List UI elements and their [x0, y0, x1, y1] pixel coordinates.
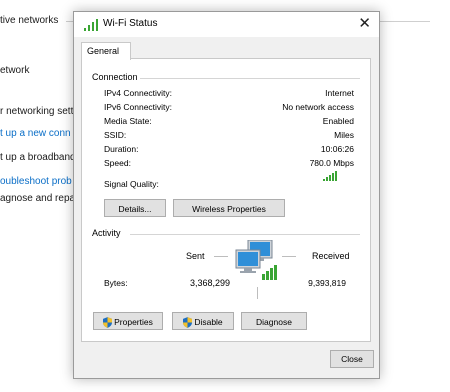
signal-quality-icon — [323, 171, 337, 181]
received-label: Received — [312, 251, 350, 261]
signal-bar — [335, 171, 337, 181]
bg-diagnose: agnose and repa — [0, 193, 76, 204]
bytes-label: Bytes: — [104, 278, 128, 288]
shield-icon — [103, 317, 113, 329]
network-computers-icon — [235, 240, 277, 280]
signal-bar — [332, 173, 334, 181]
disable-label: Disable — [194, 317, 223, 327]
bg-broadband: t up a broadband — [0, 152, 76, 163]
ipv4-value: Internet — [325, 88, 354, 98]
bg-link-troubleshoot[interactable]: oubleshoot prob — [0, 176, 72, 187]
received-line — [282, 256, 296, 257]
duration-value: 10:06:26 — [320, 144, 354, 154]
activity-separator — [257, 287, 258, 299]
connection-heading: Connection — [92, 72, 138, 82]
bg-divider — [378, 21, 430, 22]
speed-value: 780.0 Mbps — [309, 158, 354, 168]
bg-networking-settings: r networking sett — [0, 106, 74, 117]
media-state-label: Media State: — [104, 116, 152, 126]
bg-network: etwork — [0, 65, 30, 76]
received-bytes-value: 9,393,819 — [308, 278, 346, 288]
wireless-properties-button[interactable]: Wireless Properties — [173, 199, 285, 217]
disable-button[interactable]: Disable — [172, 312, 234, 330]
bg-active-networks: tive networks — [0, 15, 59, 26]
ipv6-value: No network access — [282, 102, 354, 112]
general-panel: Connection IPv4 Connectivity: Internet I… — [81, 58, 371, 342]
details-button[interactable]: Details... — [104, 199, 166, 217]
sent-bytes-value: 3,368,299 — [189, 278, 230, 288]
signal-bar — [323, 179, 325, 181]
wifi-signal-icon — [84, 19, 98, 31]
duration-label: Duration: — [104, 144, 139, 154]
close-button[interactable]: Close — [330, 350, 374, 368]
tab-label: General — [87, 46, 120, 56]
properties-button[interactable]: Properties — [93, 312, 163, 330]
signal-bar — [329, 175, 331, 181]
ipv4-label: IPv4 Connectivity: — [104, 88, 173, 98]
activity-heading: Activity — [92, 228, 121, 238]
shield-icon — [183, 317, 193, 329]
close-icon[interactable]: ✕ — [358, 15, 371, 32]
properties-label: Properties — [114, 317, 153, 327]
sent-label: Sent — [186, 251, 205, 261]
signal-bar — [326, 177, 328, 181]
connection-divider — [140, 78, 360, 79]
ipv6-label: IPv6 Connectivity: — [104, 102, 173, 112]
ssid-value: Miles — [334, 130, 354, 140]
bg-link-new-connection[interactable]: t up a new conn — [0, 128, 71, 139]
diagnose-button[interactable]: Diagnose — [241, 312, 307, 330]
speed-label: Speed: — [104, 158, 131, 168]
sent-line — [214, 256, 228, 257]
media-state-value: Enabled — [322, 116, 354, 126]
window-title: Wi-Fi Status — [103, 18, 158, 29]
ssid-label: SSID: — [104, 130, 127, 140]
wifi-status-dialog: Wi-Fi Status ✕ General Connection IPv4 C… — [73, 11, 380, 379]
tab-general[interactable]: General — [81, 42, 131, 60]
activity-divider — [130, 234, 360, 235]
signal-quality-label: Signal Quality: — [104, 179, 159, 189]
title-bar[interactable]: Wi-Fi Status ✕ — [74, 12, 379, 37]
